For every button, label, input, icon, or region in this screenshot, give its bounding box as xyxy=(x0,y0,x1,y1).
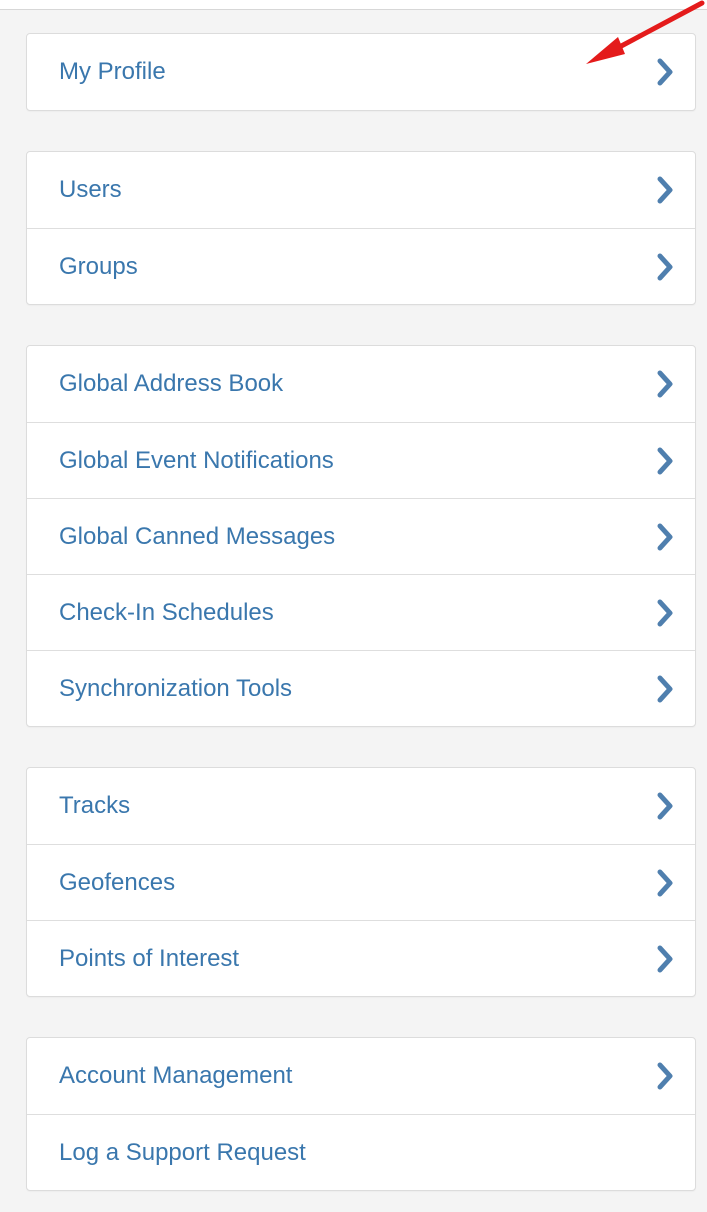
menu-item-global-event-notifications[interactable]: Global Event Notifications xyxy=(27,422,695,498)
chevron-right-icon xyxy=(655,175,675,205)
menu-item-label: Global Event Notifications xyxy=(59,446,334,474)
menu-group-users: Users Groups xyxy=(26,151,696,305)
menu-item-tracks[interactable]: Tracks xyxy=(27,768,695,844)
menu-item-label: Groups xyxy=(59,252,138,280)
chevron-right-icon xyxy=(655,791,675,821)
chevron-right-icon xyxy=(655,369,675,399)
menu-item-label: Account Management xyxy=(59,1062,293,1089)
menu-item-account-management[interactable]: Account Management xyxy=(27,1038,695,1114)
menu-item-label: Geofences xyxy=(59,868,176,896)
chevron-right-icon xyxy=(655,674,675,704)
chevron-right-icon xyxy=(655,446,675,476)
menu-group-account: Account Management Log a Support Request xyxy=(26,1037,696,1191)
chevron-right-icon xyxy=(655,1061,675,1091)
menu-item-label: Users xyxy=(59,176,122,203)
menu-item-synchronization-tools[interactable]: Synchronization Tools xyxy=(27,650,695,726)
chevron-right-icon xyxy=(655,522,675,552)
menu-item-label: Check-In Schedules xyxy=(59,598,274,626)
menu-item-geofences[interactable]: Geofences xyxy=(27,844,695,920)
menu-item-label: Points of Interest xyxy=(59,944,240,972)
chevron-right-icon xyxy=(655,252,675,282)
menu-item-global-address-book[interactable]: Global Address Book xyxy=(27,346,695,422)
menu-item-label: Synchronization Tools xyxy=(59,674,293,702)
menu-item-global-canned-messages[interactable]: Global Canned Messages xyxy=(27,498,695,574)
menu-item-groups[interactable]: Groups xyxy=(27,228,695,304)
menu-item-log-support-request[interactable]: Log a Support Request xyxy=(27,1114,695,1190)
menu-item-label: My Profile xyxy=(59,58,166,85)
menu-group-map: Tracks Geofences Points of Interest xyxy=(26,767,696,997)
menu-item-my-profile[interactable]: My Profile xyxy=(27,34,695,110)
menu-item-label: Global Address Book xyxy=(59,370,284,397)
menu-group-profile: My Profile xyxy=(26,33,696,111)
chevron-right-icon xyxy=(655,868,675,898)
chevron-right-icon xyxy=(655,57,675,87)
menu-item-points-of-interest[interactable]: Points of Interest xyxy=(27,920,695,996)
chevron-right-icon xyxy=(655,598,675,628)
top-header-edge xyxy=(0,0,707,10)
menu-group-global: Global Address Book Global Event Notific… xyxy=(26,345,696,727)
chevron-right-icon xyxy=(655,944,675,974)
menu-item-check-in-schedules[interactable]: Check-In Schedules xyxy=(27,574,695,650)
menu-item-label: Tracks xyxy=(59,792,131,819)
menu-item-label: Global Canned Messages xyxy=(59,522,336,550)
menu-item-users[interactable]: Users xyxy=(27,152,695,228)
menu-item-label: Log a Support Request xyxy=(59,1138,306,1166)
